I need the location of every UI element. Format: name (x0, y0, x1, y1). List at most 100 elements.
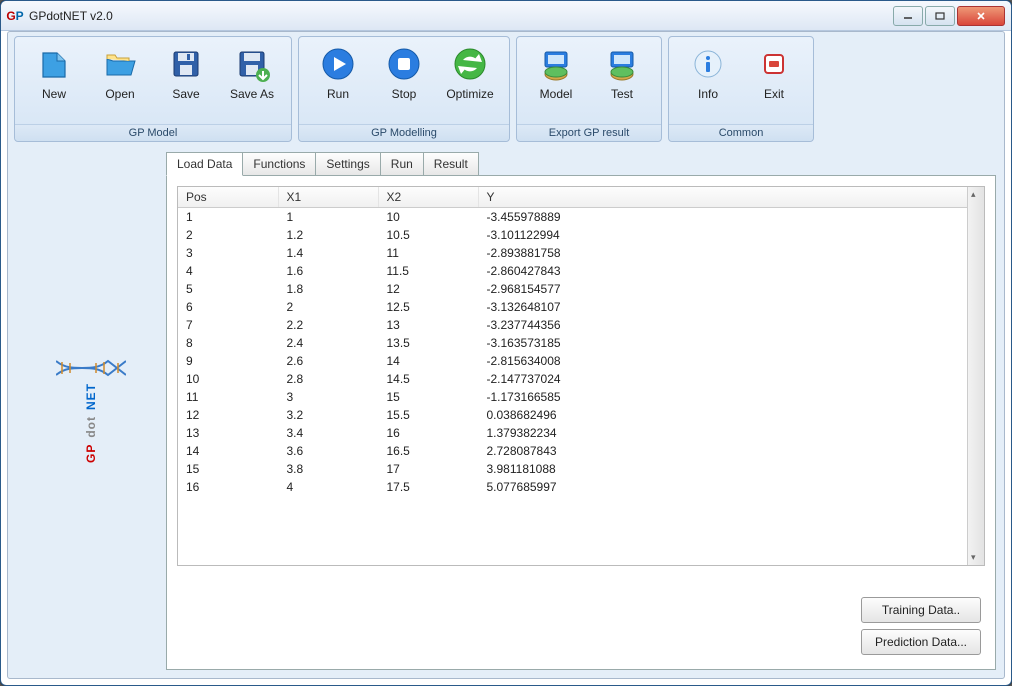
table-cell: 13 (178, 424, 278, 442)
table-row[interactable]: 21.210.5-3.101122994 (178, 226, 984, 244)
optimize-icon (451, 45, 489, 83)
data-grid[interactable]: PosX1X2Y 1110-3.45597888921.210.5-3.1011… (177, 186, 985, 566)
open-button[interactable]: Open (87, 41, 153, 124)
table-row[interactable]: 153.8173.981181088 (178, 460, 984, 478)
table-cell: -3.101122994 (478, 226, 984, 244)
training-data-button[interactable]: Training Data.. (861, 597, 981, 623)
table-cell: 2.4 (278, 334, 378, 352)
table-cell: -2.147737024 (478, 370, 984, 388)
test-label: Test (611, 87, 633, 101)
info-label: Info (698, 87, 718, 101)
table-cell: 4 (178, 262, 278, 280)
ribbon-group-label: Export GP result (517, 124, 661, 141)
close-button[interactable] (957, 6, 1005, 26)
ribbon-group-label: GP Modelling (299, 124, 509, 141)
tab-settings[interactable]: Settings (315, 152, 380, 176)
table-cell: 12 (178, 406, 278, 424)
tab-functions[interactable]: Functions (242, 152, 316, 176)
table-row[interactable]: 41.611.5-2.860427843 (178, 262, 984, 280)
table-cell: 2 (178, 226, 278, 244)
dna-helix-icon (56, 359, 126, 377)
table-cell: 10 (178, 370, 278, 388)
tab-load-data[interactable]: Load Data (166, 152, 243, 176)
ribbon-group-label: Common (669, 124, 813, 141)
table-row[interactable]: 31.411-2.893881758 (178, 244, 984, 262)
table-cell: 10.5 (378, 226, 478, 244)
info-button[interactable]: Info (675, 41, 741, 124)
maximize-button[interactable] (925, 6, 955, 26)
table-cell: 1.8 (278, 280, 378, 298)
tab-result[interactable]: Result (423, 152, 479, 176)
column-header-x2[interactable]: X2 (378, 187, 478, 208)
new-button[interactable]: New (21, 41, 87, 124)
tab-run[interactable]: Run (380, 152, 424, 176)
table-row[interactable]: 72.213-3.237744356 (178, 316, 984, 334)
column-header-y[interactable]: Y (478, 187, 984, 208)
optimize-button[interactable]: Optimize (437, 41, 503, 124)
saveas-button[interactable]: Save As (219, 41, 285, 124)
ribbon-group-common: Info ExitCommon (668, 36, 814, 142)
table-cell: 16 (178, 478, 278, 496)
table-row[interactable]: 6212.5-3.132648107 (178, 298, 984, 316)
model-button[interactable]: Model (523, 41, 589, 124)
table-cell: 11 (378, 244, 478, 262)
prediction-data-button[interactable]: Prediction Data... (861, 629, 981, 655)
table-cell: 0.038682496 (478, 406, 984, 424)
save-icon (167, 45, 205, 83)
column-header-pos[interactable]: Pos (178, 187, 278, 208)
window-title: GPdotNET v2.0 (29, 9, 113, 23)
table-cell: 3 (178, 244, 278, 262)
table-cell: -3.163573185 (478, 334, 984, 352)
table-row[interactable]: 1110-3.455978889 (178, 208, 984, 227)
table-row[interactable]: 82.413.5-3.163573185 (178, 334, 984, 352)
save-label: Save (172, 87, 199, 101)
table-cell: 16.5 (378, 442, 478, 460)
save-button[interactable]: Save (153, 41, 219, 124)
model-icon (537, 45, 575, 83)
table-cell: 3.8 (278, 460, 378, 478)
table-row[interactable]: 16417.55.077685997 (178, 478, 984, 496)
minimize-button[interactable] (893, 6, 923, 26)
table-row[interactable]: 102.814.5-2.147737024 (178, 370, 984, 388)
table-cell: -3.237744356 (478, 316, 984, 334)
test-button[interactable]: Test (589, 41, 655, 124)
exit-button[interactable]: Exit (741, 41, 807, 124)
table-row[interactable]: 92.614-2.815634008 (178, 352, 984, 370)
table-cell: 5.077685997 (478, 478, 984, 496)
table-cell: 3.981181088 (478, 460, 984, 478)
stop-icon (385, 45, 423, 83)
info-icon (689, 45, 727, 83)
ribbon-toolbar: NewOpen Save Save AsGP Model RunStopOptimiz… (8, 32, 1004, 142)
new-icon (35, 45, 73, 83)
table-cell: 15 (178, 460, 278, 478)
table-cell: 12 (378, 280, 478, 298)
titlebar[interactable]: GP GPdotNET v2.0 (1, 1, 1011, 31)
table-row[interactable]: 123.215.50.038682496 (178, 406, 984, 424)
table-row[interactable]: 11315-1.173166585 (178, 388, 984, 406)
table-cell: 7 (178, 316, 278, 334)
scrollbar-vertical[interactable] (967, 187, 984, 565)
table-row[interactable]: 143.616.52.728087843 (178, 442, 984, 460)
run-button[interactable]: Run (305, 41, 371, 124)
table-cell: 13 (378, 316, 478, 334)
table-cell: 2.8 (278, 370, 378, 388)
table-cell: 14.5 (378, 370, 478, 388)
table-cell: 3.6 (278, 442, 378, 460)
ribbon-group-label: GP Model (15, 124, 291, 141)
table-row[interactable]: 51.812-2.968154577 (178, 280, 984, 298)
table-cell: -3.132648107 (478, 298, 984, 316)
test-icon (603, 45, 641, 83)
table-cell: 16 (378, 424, 478, 442)
run-icon (319, 45, 357, 83)
table-cell: 2 (278, 298, 378, 316)
open-icon (101, 45, 139, 83)
table-cell: 9 (178, 352, 278, 370)
stop-button[interactable]: Stop (371, 41, 437, 124)
table-cell: -1.173166585 (478, 388, 984, 406)
tab-bar: Load DataFunctionsSettingsRunResult (166, 152, 996, 176)
table-row[interactable]: 133.4161.379382234 (178, 424, 984, 442)
exit-icon (755, 45, 793, 83)
column-header-x1[interactable]: X1 (278, 187, 378, 208)
model-label: Model (540, 87, 573, 101)
table-cell: 8 (178, 334, 278, 352)
